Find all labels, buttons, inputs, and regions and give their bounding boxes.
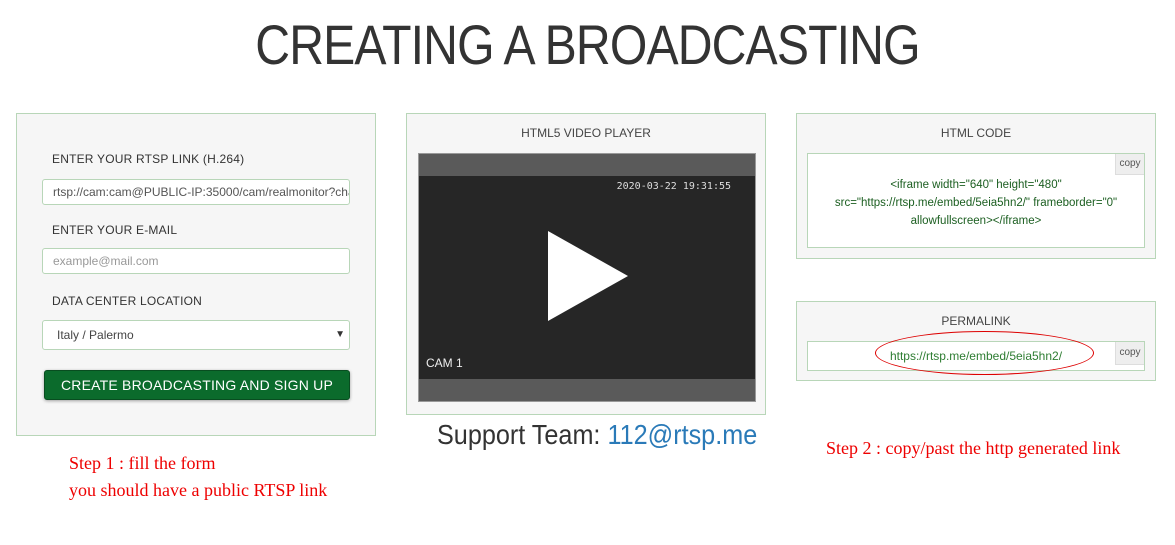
embed-code-line-2: src="https://rtsp.me/embed/5eia5hn2/" fr… (834, 197, 1118, 209)
embed-code-line-3: allowfullscreen></iframe> (910, 215, 1042, 227)
permalink-title: PERMALINK (941, 314, 1011, 328)
page-title: CREATING A BROADCASTING (255, 13, 920, 76)
email-label: ENTER YOUR E-MAIL (52, 223, 178, 237)
step2-note: Step 2 : copy/past the http generated li… (826, 438, 1121, 458)
video-player[interactable]: 2020-03-22 19:31:55 CAM 1 (418, 153, 756, 402)
play-icon[interactable] (548, 231, 628, 321)
rtsp-link-input[interactable]: rtsp://cam:cam@PUBLIC-IP:35000/cam/realm… (42, 179, 350, 205)
camera-label: CAM 1 (426, 356, 463, 370)
chevron-down-icon: ▼ (335, 329, 345, 340)
video-control-bar[interactable] (419, 379, 755, 401)
html-code-box[interactable]: copy <iframe width="640" height="480" sr… (807, 153, 1145, 248)
support-label: Support Team: (437, 419, 608, 450)
broadcast-form-panel: ENTER YOUR RTSP LINK (H.264) rtsp://cam:… (16, 113, 376, 436)
location-selected-value: Italy / Palermo (57, 328, 134, 342)
location-select[interactable]: Italy / Palermo ▼ (42, 320, 350, 350)
support-team: Support Team: 112@rtsp.me (437, 419, 757, 451)
html-code-title: HTML CODE (940, 126, 1012, 140)
highlight-ellipse (875, 331, 1094, 375)
embed-code: <iframe width="640" height="480" src="ht… (808, 176, 1144, 230)
html-code-panel: HTML CODE copy <iframe width="640" heigh… (796, 113, 1156, 259)
step1-line-1: Step 1 : fill the form (69, 453, 216, 473)
copy-permalink-button[interactable]: copy (1115, 342, 1144, 365)
step1-line-2: you should have a public RTSP link (69, 480, 328, 500)
copy-html-code-button[interactable]: copy (1115, 154, 1144, 175)
video-player-title: HTML5 VIDEO PLAYER (521, 126, 651, 140)
video-timestamp: 2020-03-22 19:31:55 (616, 181, 731, 192)
step1-note: Step 1 : fill the form you should have a… (69, 450, 327, 504)
email-input[interactable]: example@mail.com (42, 248, 350, 274)
video-player-panel: HTML5 VIDEO PLAYER 2020-03-22 19:31:55 C… (406, 113, 766, 415)
support-email-link[interactable]: 112@rtsp.me (607, 419, 757, 450)
embed-code-line-1: <iframe width="640" height="480" (890, 179, 1062, 191)
rtsp-link-label: ENTER YOUR RTSP LINK (H.264) (52, 152, 245, 166)
create-broadcasting-button[interactable]: CREATE BROADCASTING AND SIGN UP (44, 370, 350, 400)
video-top-bar (419, 154, 755, 176)
location-label: DATA CENTER LOCATION (52, 294, 203, 308)
